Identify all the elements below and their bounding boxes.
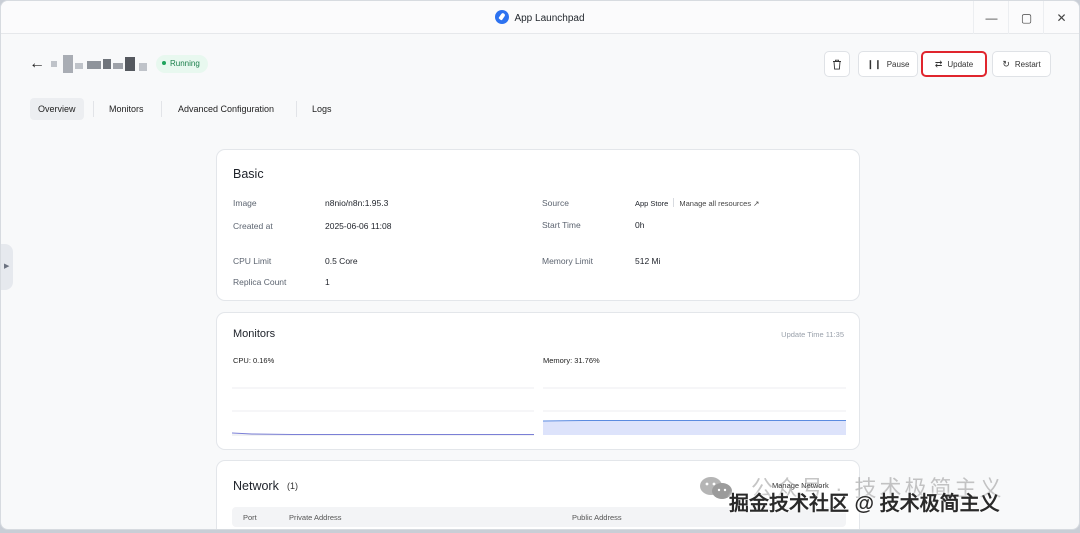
source-value: App Store [635,199,669,208]
chevron-right-icon: ▶ [4,263,10,270]
tab-advanced-configuration[interactable]: Advanced Configuration [170,98,282,120]
update-time: Update Time 11:35 [781,330,844,339]
column-port: Port [243,513,257,522]
watermark: 公众号 · 技术极简主义 掘金技术社区 @ 技术极简主义 [691,469,1071,529]
app-name-pixelated [51,55,149,73]
cpu-limit-label: CPU Limit [233,256,272,266]
tab-divider [161,101,162,117]
maximize-button[interactable]: ▢ [1008,1,1044,34]
app-header: ← Running ❙❙ Pause ⇄ Update ↻ Restart [1,47,1079,83]
network-title: Network [233,479,279,493]
memory-series-line [543,420,846,422]
restart-button[interactable]: ↻ Restart [992,51,1051,77]
back-arrow-icon[interactable]: ← [29,55,45,73]
cpu-limit-value: 0.5 Core [325,256,358,266]
image-label: Image [233,198,257,208]
start-time-label: Start Time [542,220,581,230]
memory-series-area [543,420,846,435]
source-value-row: App Store Manage all resources ↗ [635,198,759,208]
created-value: 2025-06-06 11:08 [325,221,392,231]
cpu-chart [232,387,534,436]
tab-overview[interactable]: Overview [30,98,84,120]
network-count: (1) [287,481,298,491]
cpu-usage-label: CPU: 0.16% [233,356,275,365]
basic-card: Basic Image n8nio/n8n:1.95.3 Created at … [216,149,860,301]
start-time-value: 0h [635,220,645,230]
title-bar: App Launchpad — ▢ ✕ [1,1,1079,34]
sidebar-toggle[interactable]: ▶ [1,244,13,290]
memory-chart [543,387,846,435]
restart-label: Restart [1014,59,1041,69]
minimize-button[interactable]: — [973,1,1009,34]
close-button[interactable]: ✕ [1043,1,1079,34]
replica-count-label: Replica Count [233,277,287,287]
image-value: n8nio/n8n:1.95.3 [325,198,389,208]
status-badge: Running [156,55,208,73]
created-label: Created at [233,221,273,231]
pause-label: Pause [886,59,910,69]
watermark-bottom-text: 掘金技术社区 @ 技术极简主义 [729,493,1000,515]
basic-title: Basic [233,167,264,181]
monitors-card: Monitors Update Time 11:35 CPU: 0.16% Me… [216,312,860,450]
status-dot-icon [162,61,166,65]
pause-icon: ❙❙ [866,58,882,69]
window-title-text: App Launchpad [514,13,585,24]
memory-usage-label: Memory: 31.76% [543,356,600,365]
tab-divider [296,101,297,117]
monitors-title: Monitors [233,328,276,340]
divider [673,198,675,207]
source-label: Source [542,198,569,208]
update-button[interactable]: ⇄ Update [921,51,987,77]
swap-arrows-icon: ⇄ [934,58,943,69]
column-private-address: Private Address [289,513,342,522]
tab-monitors[interactable]: Monitors [101,98,152,120]
tab-divider [93,101,94,117]
rocket-icon [495,10,510,24]
restart-icon: ↻ [1002,58,1010,69]
status-text: Running [170,59,200,68]
memory-limit-value: 512 Mi [635,256,661,266]
replica-count-value: 1 [325,277,330,287]
memory-limit-label: Memory Limit [542,256,594,266]
manage-resources-link[interactable]: Manage all resources ↗ [679,199,759,208]
column-public-address: Public Address [572,513,622,522]
cpu-series-line [232,432,534,435]
app-window: App Launchpad — ▢ ✕ ← Running ❙❙ Pause ⇄ U… [0,0,1080,530]
tab-logs[interactable]: Logs [304,98,340,120]
update-label: Update [947,59,974,69]
window-title: App Launchpad [1,10,1079,24]
trash-icon [833,59,841,70]
pause-button[interactable]: ❙❙ Pause [858,51,918,77]
delete-button[interactable] [824,51,850,77]
